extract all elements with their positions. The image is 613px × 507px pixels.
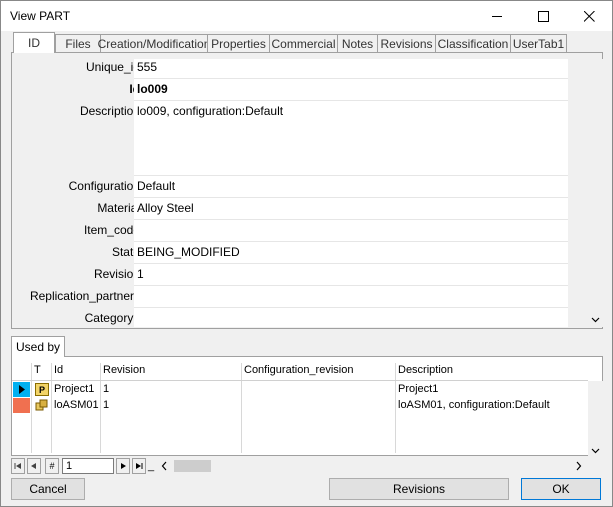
value-revision[interactable]: 1 [137, 267, 144, 281]
last-record-button[interactable] [132, 458, 146, 474]
current-row-marker [13, 382, 30, 397]
fields-scrollbar[interactable] [588, 59, 603, 327]
column-header-id[interactable]: Id [54, 364, 63, 376]
cell-revision: 1 [103, 399, 110, 411]
tab-id[interactable]: ID [13, 32, 55, 53]
divider [12, 380, 588, 381]
window-title: View PART [10, 9, 71, 23]
value-configuration[interactable]: Default [137, 179, 175, 193]
label-category1: Category1 [84, 311, 140, 325]
tab-used-by[interactable]: Used by [11, 336, 65, 357]
column-header-t[interactable]: T [34, 364, 41, 376]
value-id[interactable]: lo009 [137, 82, 168, 96]
svg-text:P: P [39, 385, 45, 395]
maximize-button[interactable] [520, 1, 566, 31]
tab-creation-modification[interactable]: Creation/Modification [98, 34, 210, 53]
close-button[interactable] [566, 1, 612, 31]
last-record-icon [136, 463, 143, 469]
label-id: Id [12, 82, 140, 96]
ok-button[interactable]: OK [521, 478, 601, 500]
divider [134, 263, 568, 264]
chevron-left-icon[interactable] [157, 458, 173, 474]
label-description: Description [79, 104, 140, 118]
cell-revision: 1 [103, 383, 110, 395]
tab-properties[interactable]: Properties [207, 34, 270, 53]
value-state[interactable]: BEING_MODIFIED [137, 245, 240, 259]
tab-bar: ID Files Creation/Modification Propertie… [11, 32, 567, 53]
tab-classification[interactable]: Classification [435, 34, 511, 53]
cell-description: Project1 [398, 383, 439, 395]
divider [134, 175, 568, 176]
column-header-configuration-revision[interactable]: Configuration_revision [244, 364, 353, 376]
divider [134, 197, 568, 198]
field-values: 555 lo009 lo009, configuration:Default D… [134, 59, 568, 327]
first-record-icon [14, 463, 21, 469]
maximize-icon [537, 10, 549, 22]
cancel-button[interactable]: Cancel [11, 478, 85, 500]
revisions-button[interactable]: Revisions [329, 478, 509, 500]
assembly-icon [35, 399, 48, 411]
used-by-grid: T Id Revision Configuration_revision Des… [11, 356, 603, 456]
cell-description: loASM01, configuration:Default [398, 399, 550, 411]
table-row[interactable]: loASM01 1 loASM01, configuration:Default [12, 398, 588, 413]
title-bar: View PART [1, 1, 612, 31]
scrollbar-thumb[interactable] [174, 460, 211, 472]
value-material[interactable]: Alloy Steel [137, 201, 194, 215]
table-row[interactable]: P Project1 1 Project1 [12, 382, 588, 397]
label-replication-partners: Replication_partners [29, 289, 140, 303]
value-unique-id[interactable]: 555 [137, 60, 157, 74]
chevron-down-icon[interactable] [588, 381, 603, 456]
previous-record-button[interactable] [27, 458, 41, 474]
cell-id: loASM01 [54, 399, 99, 411]
previous-record-icon [31, 463, 36, 469]
row-marker [13, 398, 30, 413]
next-record-icon [121, 463, 126, 469]
minimize-icon [491, 15, 502, 17]
chevron-right-icon[interactable] [571, 458, 587, 474]
record-number-button[interactable]: # [45, 458, 59, 474]
next-record-button[interactable] [116, 458, 130, 474]
divider [134, 307, 568, 308]
tab-notes[interactable]: Notes [337, 34, 378, 53]
grid-horizontal-scrollbar[interactable] [157, 458, 587, 474]
close-icon [583, 10, 595, 22]
separator-text: _ [148, 460, 155, 472]
tab-files[interactable]: Files [55, 34, 101, 53]
first-record-button[interactable] [11, 458, 25, 474]
label-unique-id: Unique_id [85, 60, 140, 74]
grid-vertical-scrollbar[interactable] [588, 381, 603, 456]
chevron-down-icon[interactable] [588, 59, 603, 327]
project-icon: P [35, 383, 49, 396]
label-state: State [111, 245, 140, 259]
label-revision: Revision [93, 267, 140, 281]
view-part-window: View PART ID Files Creation/Modification… [0, 0, 613, 507]
field-labels: Unique_id Id Description Configuration M… [12, 53, 140, 328]
divider [134, 285, 568, 286]
value-description[interactable]: lo009, configuration:Default [137, 104, 283, 118]
label-configuration: Configuration [68, 179, 140, 193]
row-pointer-icon [19, 385, 25, 394]
tab-revisions[interactable]: Revisions [377, 34, 436, 53]
column-header-description[interactable]: Description [398, 364, 453, 376]
divider [134, 78, 568, 79]
label-item-code: Item_code [83, 223, 140, 237]
divider [134, 100, 568, 101]
id-panel: Unique_id Id Description Configuration M… [11, 52, 603, 329]
divider [134, 241, 568, 242]
record-number-input[interactable]: 1 [62, 458, 114, 474]
tab-commercial[interactable]: Commercial [269, 34, 338, 53]
column-header-revision[interactable]: Revision [103, 364, 145, 376]
label-material: Material [97, 201, 140, 215]
tab-usertab1[interactable]: UserTab1 [510, 34, 567, 53]
minimize-button[interactable] [474, 1, 520, 31]
cell-id: Project1 [54, 383, 95, 395]
divider [134, 219, 568, 220]
